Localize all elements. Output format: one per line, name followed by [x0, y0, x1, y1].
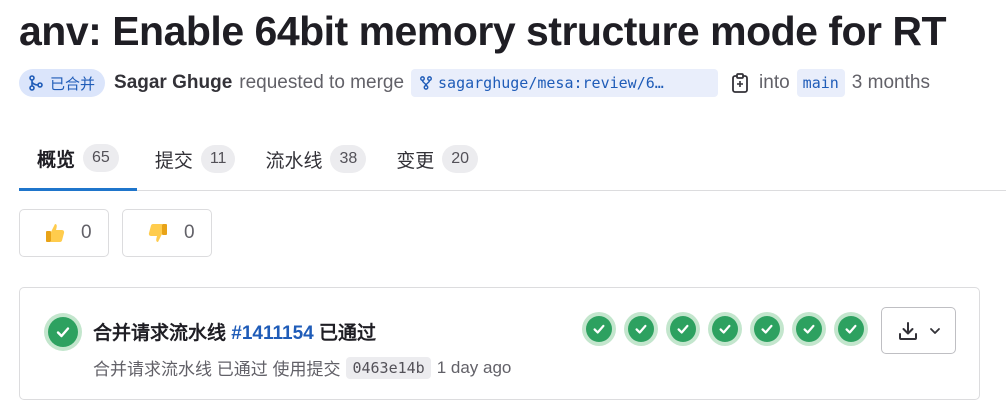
status-success-icon [712, 316, 738, 342]
tab-overview[interactable]: 概览 65 [19, 128, 137, 191]
pipeline-subtitle: 合并请求流水线 已通过 使用提交 0463e14b 1 day ago [93, 355, 511, 380]
chevron-down-icon [929, 327, 940, 334]
pipeline-stages [582, 312, 868, 346]
pipeline-stage-3[interactable] [666, 312, 700, 346]
mr-meta: 已合并 Sagar Ghuge requested to merge sagar… [19, 68, 930, 98]
status-label: 已合并 [50, 75, 96, 93]
pipeline-stage-6[interactable] [792, 312, 826, 346]
thumbs-up-button[interactable]: 0 [19, 209, 109, 257]
mr-title: anv: Enable 64bit memory structure mode … [19, 8, 947, 54]
status-success-icon [670, 316, 696, 342]
status-success-icon [754, 316, 780, 342]
pipeline-sub-text: 合并请求流水线 已通过 使用提交 [93, 360, 341, 379]
tab-count: 20 [442, 145, 479, 173]
status-success-icon [628, 316, 654, 342]
award-emoji-bar: 0 0 [19, 209, 212, 257]
thumbs-down-count: 0 [184, 222, 195, 243]
source-branch-label: sagarghuge/mesa:review/6… [438, 74, 664, 92]
status-success-icon [838, 316, 864, 342]
clipboard-icon [732, 73, 748, 93]
pipeline-title: 合并请求流水线 #1411154 已通过 [93, 318, 376, 345]
tab-label: 变更 [396, 150, 435, 172]
status-badge: 已合并 [19, 69, 106, 97]
commit-sha-link[interactable]: 0463e14b [346, 356, 431, 379]
tab-count: 11 [200, 145, 236, 173]
tab-pipelines[interactable]: 流水线 38 [265, 128, 367, 190]
thumbs-up-icon [46, 224, 65, 242]
pipeline-stage-5[interactable] [750, 312, 784, 346]
pipeline-stage-7[interactable] [834, 312, 868, 346]
thumbs-down-icon [148, 224, 167, 242]
tab-changes[interactable]: 变更 20 [396, 128, 479, 190]
author-link[interactable]: Sagar Ghuge [114, 72, 232, 94]
thumbs-down-button[interactable]: 0 [122, 209, 212, 257]
merge-action-text: requested to merge [239, 72, 405, 93]
mr-time: 3 months [851, 72, 930, 93]
copy-branch-button[interactable] [731, 73, 749, 93]
pipeline-id-link[interactable]: #1411154 [231, 323, 313, 344]
pipeline-stage-1[interactable] [582, 312, 616, 346]
into-text: into [759, 72, 790, 93]
tab-count: 65 [83, 144, 119, 172]
pipeline-title-prefix: 合并请求流水线 [93, 323, 227, 344]
status-success-icon [586, 316, 612, 342]
thumbs-up-count: 0 [81, 222, 92, 243]
pipeline-title-suffix: 已通过 [319, 323, 377, 344]
mr-tabs: 概览 65 提交 11 流水线 38 变更 20 [19, 128, 1006, 191]
status-success-icon [796, 316, 822, 342]
tab-label: 流水线 [265, 150, 323, 172]
pipeline-stage-4[interactable] [708, 312, 742, 346]
download-artifacts-button[interactable] [881, 307, 956, 354]
tab-commits[interactable]: 提交 11 [155, 128, 236, 190]
pipeline-widget: 合并请求流水线 #1411154 已通过 合并请求流水线 已通过 使用提交 04… [19, 287, 980, 400]
pipeline-stage-2[interactable] [624, 312, 658, 346]
pipeline-time: 1 day ago [436, 357, 512, 377]
target-branch[interactable]: main [796, 69, 845, 97]
tab-count: 38 [330, 145, 367, 173]
download-icon [898, 321, 917, 340]
source-branch[interactable]: sagarghuge/mesa:review/6… [411, 69, 719, 97]
tab-label: 提交 [154, 150, 193, 172]
branch-icon [420, 76, 432, 90]
merge-icon [29, 75, 43, 91]
pipeline-status-icon[interactable] [44, 313, 82, 351]
status-success-icon [44, 313, 82, 351]
tab-label: 概览 [37, 149, 76, 171]
